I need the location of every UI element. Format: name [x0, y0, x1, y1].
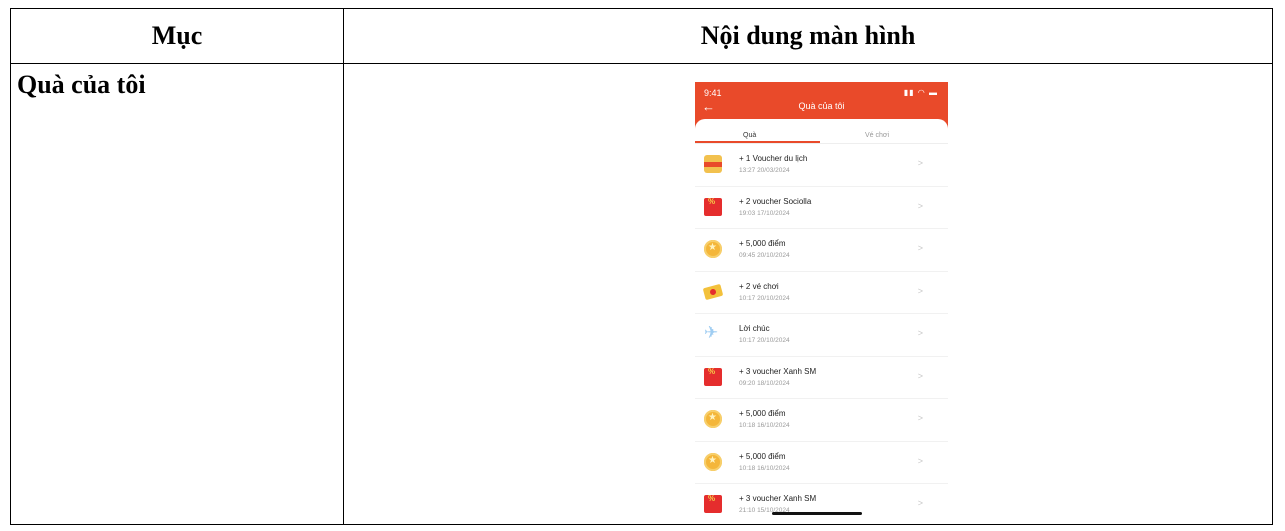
- item-title: + 5,000 điểm: [739, 409, 786, 418]
- item-title: + 2 vé chơi: [739, 281, 779, 291]
- phone-screenshot: 9:41 ▮▮ ◠ ▬ ← Quà của tôi Quà Vé chơi + …: [695, 82, 948, 519]
- status-time: 9:41: [704, 88, 722, 98]
- list-item[interactable]: + 2 voucher Sociolla 19:03 17/10/2024 >: [695, 187, 948, 229]
- chevron-right-icon: >: [917, 328, 923, 338]
- header-col-item: Mục: [10, 8, 344, 64]
- list-item[interactable]: + 5,000 điểm 09:45 20/10/2024 >: [695, 229, 948, 272]
- chevron-right-icon: >: [917, 158, 923, 168]
- item-time: 09:45 20/10/2024: [739, 252, 790, 259]
- item-time: 10:17 20/10/2024: [739, 337, 790, 344]
- gift-list: + 1 Voucher du lịch 13:27 20/03/2024 > +…: [695, 144, 948, 519]
- item-time: 13:27 20/03/2024: [739, 167, 790, 174]
- screen-title: Quà của tôi: [798, 101, 845, 111]
- chevron-right-icon: >: [917, 370, 923, 381]
- list-item[interactable]: + 5,000 điểm 10:18 16/10/2024 >: [695, 399, 948, 442]
- row-label: Quà của tôi: [10, 63, 344, 525]
- home-indicator: [772, 512, 862, 515]
- document-table: Mục Nội dung màn hình Quà của tôi: [10, 8, 1273, 525]
- item-title: Lời chúc: [739, 324, 770, 333]
- ticket-icon: [702, 283, 724, 300]
- red-envelope-icon: [704, 367, 722, 386]
- item-title: + 3 voucher Xanh SM: [739, 366, 817, 376]
- list-item[interactable]: Lời chúc 10:17 20/10/2024 >: [695, 314, 948, 357]
- coin-icon: [704, 452, 722, 471]
- chevron-right-icon: >: [917, 455, 923, 466]
- item-title: + 5,000 điểm: [739, 451, 786, 461]
- list-item[interactable]: + 5,000 điểm 10:18 16/10/2024 >: [695, 442, 948, 484]
- red-envelope-icon: [704, 197, 722, 216]
- paper-plane-icon: [704, 323, 722, 343]
- list-item[interactable]: + 3 voucher Xanh SM 09:20 18/10/2024 >: [695, 357, 948, 399]
- chevron-right-icon: >: [917, 285, 923, 296]
- item-time: 19:03 17/10/2024: [739, 209, 790, 217]
- item-title: + 5,000 điểm: [739, 239, 786, 248]
- coin-icon: [704, 410, 722, 428]
- status-icons: ▮▮ ◠ ▬: [903, 88, 938, 97]
- item-time: 10:18 16/10/2024: [739, 422, 790, 429]
- tabs-bar: Quà Vé chơi: [695, 119, 948, 143]
- chevron-right-icon: >: [917, 498, 923, 508]
- chevron-right-icon: >: [917, 413, 923, 423]
- table-header-row: Mục Nội dung màn hình: [10, 8, 1273, 64]
- tab-gifts[interactable]: Quà: [743, 132, 756, 139]
- red-envelope-icon: [704, 494, 722, 513]
- list-item[interactable]: + 1 Voucher du lịch 13:27 20/03/2024 >: [695, 144, 948, 187]
- list-item[interactable]: + 2 vé chơi 10:17 20/10/2024 >: [695, 272, 948, 314]
- item-time: 10:18 16/10/2024: [739, 464, 790, 472]
- item-time: 10:17 20/10/2024: [739, 294, 790, 302]
- table-row: Quà của tôi: [10, 63, 1273, 525]
- item-title: + 1 Voucher du lịch: [739, 154, 808, 163]
- item-title: + 3 voucher Xanh SM: [739, 494, 817, 503]
- header-col-content: Nội dung màn hình: [343, 8, 1273, 64]
- item-title: + 2 voucher Sociolla: [739, 196, 812, 206]
- wallet-icon: [704, 155, 722, 173]
- tab-tickets[interactable]: Vé chơi: [865, 132, 889, 139]
- item-time: 09:20 18/10/2024: [739, 379, 790, 387]
- coin-icon: [704, 240, 722, 258]
- chevron-right-icon: >: [917, 200, 923, 211]
- chevron-right-icon: >: [917, 243, 923, 253]
